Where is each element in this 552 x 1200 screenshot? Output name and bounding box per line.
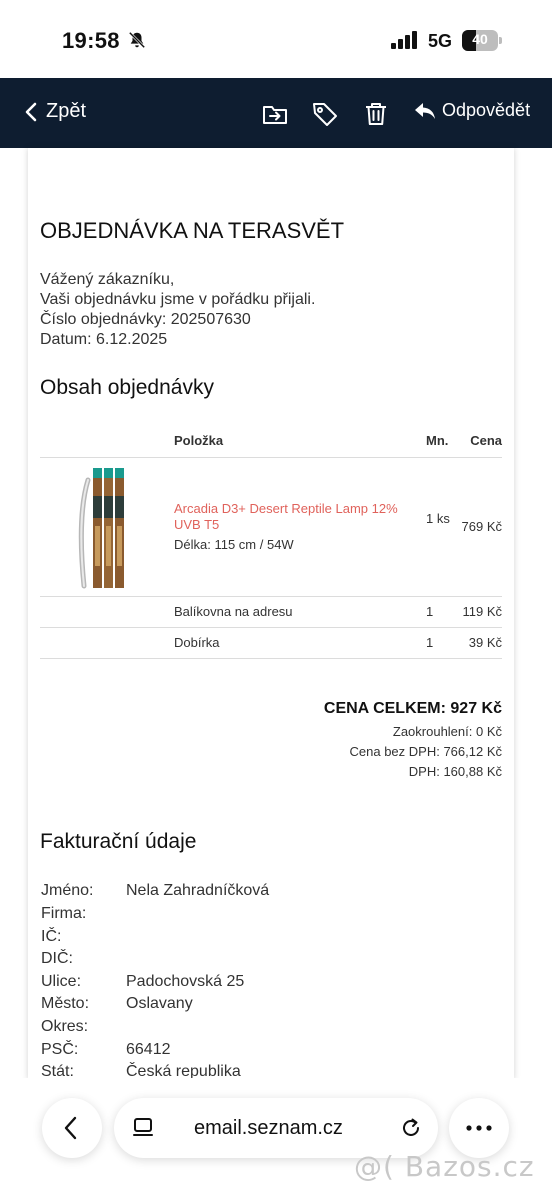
signal-icon [391, 31, 417, 49]
back-button[interactable]: Zpět [24, 100, 86, 123]
col-price: Cena [470, 433, 502, 448]
chevron-left-icon [25, 102, 37, 121]
battery-level: 40 [472, 31, 488, 47]
back-label: Zpět [46, 100, 87, 122]
bell-slash-icon [128, 31, 146, 49]
intro-text: Vážený zákazníku, Vaši objednávku jsme v… [40, 270, 315, 350]
price-without-vat: Cena bez DPH: 766,12 Kč [349, 744, 502, 759]
order-total: CENA CELKEM: 927 Kč [323, 700, 502, 717]
table-row: Balíkovna na adresu 1 119 Kč [40, 597, 502, 628]
mail-toolbar: Zpět Odpovědět [0, 78, 552, 148]
browser-bar: email.seznam.cz @( Bazos.cz [0, 1078, 552, 1200]
email-title: OBJEDNÁVKA NA TERASVĚT [40, 218, 345, 243]
table-row: Dobírka 1 39 Kč [40, 628, 502, 659]
trash-icon[interactable] [362, 100, 390, 128]
row-qty: 1 [426, 604, 434, 619]
more-button[interactable] [449, 1098, 509, 1158]
order-date: Datum: 6.12.2025 [40, 331, 168, 348]
reload-icon[interactable] [400, 1117, 422, 1139]
browser-back-button[interactable] [42, 1098, 102, 1158]
reply-button[interactable]: Odpovědět [414, 100, 530, 121]
product-link[interactable]: Arcadia D3+ Desert Reptile Lamp 12% UVB … [174, 501, 418, 533]
order-contents-heading: Obsah objednávky [40, 376, 214, 399]
row-item: Dobírka [174, 635, 220, 650]
vat-amount: DPH: 160,88 Kč [408, 764, 502, 779]
row-qty: 1 [426, 635, 434, 650]
row-price: 39 Kč [468, 635, 502, 650]
reply-icon [415, 102, 435, 119]
product-description: Délka: 115 cm / 54W [174, 537, 294, 552]
network-type: 5G [428, 31, 453, 51]
url-text: email.seznam.cz [194, 1117, 343, 1139]
chevron-left-icon [64, 1116, 77, 1140]
order-table-header: Položka Mn. Cena [40, 428, 502, 458]
product-image[interactable] [40, 466, 166, 591]
address-bar[interactable]: email.seznam.cz [114, 1098, 438, 1158]
col-item: Položka [174, 433, 224, 448]
screen: 19:58 5G 40 Zpět Odpovědět OBJEDNÁVKA NA… [0, 0, 552, 1200]
table-row: Arcadia D3+ Desert Reptile Lamp 12% UVB … [40, 458, 502, 597]
col-qty: Mn. [426, 433, 449, 448]
row-item: Balíkovna na adresu [174, 604, 293, 619]
greeting: Vážený zákazníku, [40, 271, 175, 288]
reply-label: Odpovědět [442, 100, 531, 120]
battery-icon: 40 [462, 30, 502, 51]
watermark: @( Bazos.cz [354, 1150, 535, 1183]
rounding: Zaokrouhlení: 0 Kč [392, 724, 502, 739]
product-qty: 1 ks [426, 511, 450, 526]
more-icon [466, 1125, 492, 1131]
status-time: 19:58 [62, 28, 120, 53]
billing-heading: Fakturační údaje [40, 830, 197, 853]
tabs-icon[interactable] [132, 1117, 154, 1139]
status-bar: 19:58 5G 40 [0, 0, 552, 78]
row-price: 119 Kč [462, 604, 502, 619]
order-number: Číslo objednávky: 202507630 [40, 311, 251, 328]
product-price: 769 Kč [461, 519, 502, 534]
move-to-folder-icon[interactable] [261, 100, 289, 128]
confirmation-message: Vaši objednávku jsme v pořádku přijali. [40, 291, 316, 308]
tag-icon[interactable] [311, 100, 339, 128]
email-body: OBJEDNÁVKA NA TERASVĚT Vážený zákazníku,… [28, 148, 514, 1080]
